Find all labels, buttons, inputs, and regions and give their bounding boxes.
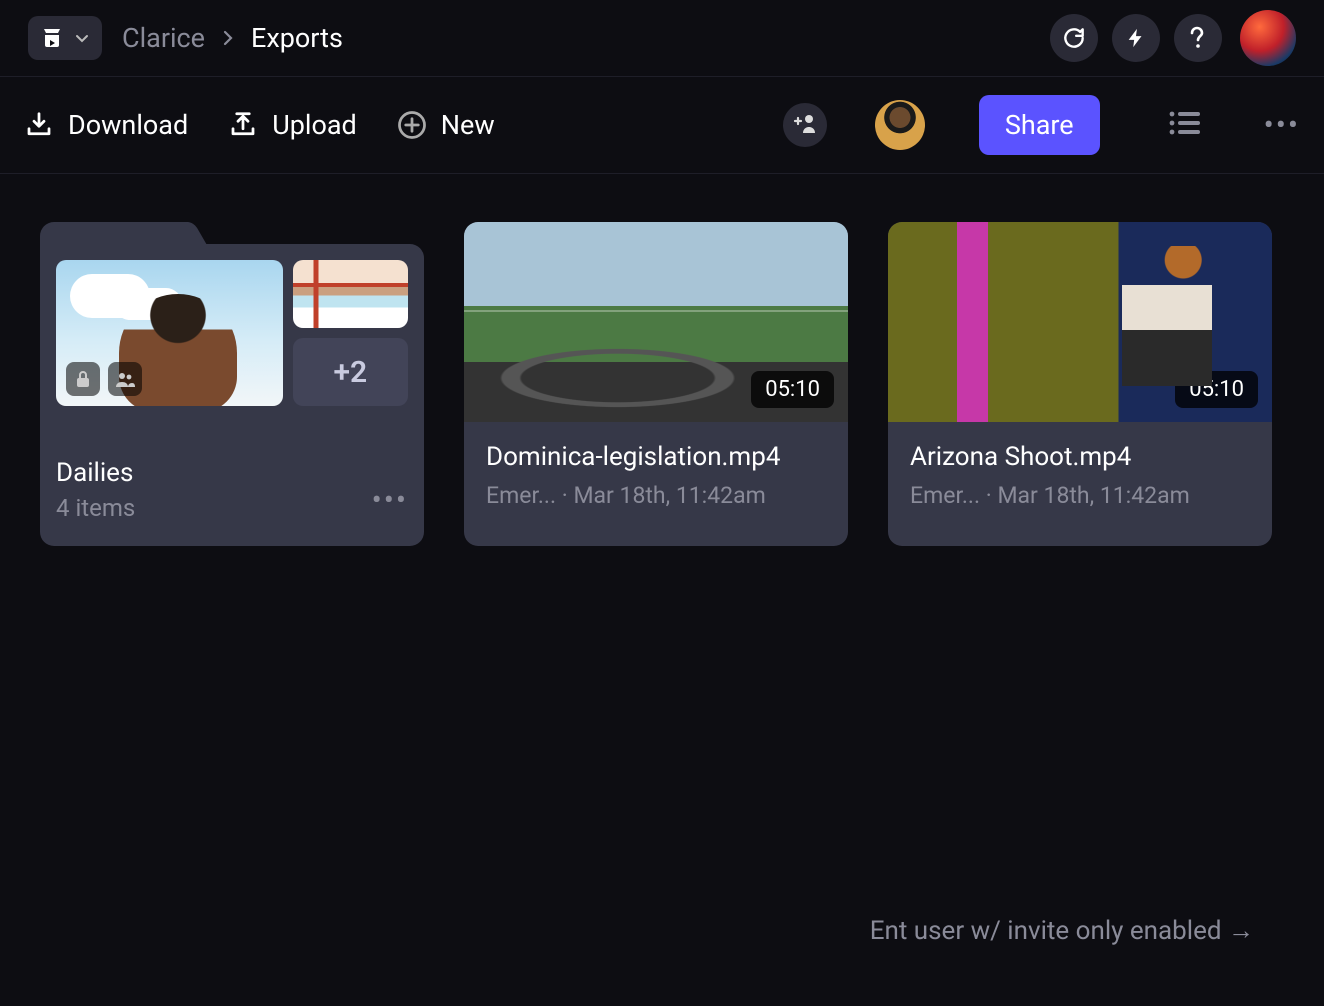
add-person-icon: [793, 113, 817, 138]
video-card-arizona[interactable]: 05:10 Arizona Shoot.mp4 Emer... · Mar 18…: [888, 222, 1272, 546]
content-grid: +2 Dailies 4 items ••• 05:10 Dominica-le…: [0, 174, 1324, 594]
new-label: New: [441, 109, 495, 141]
breadcrumb-current: Exports: [251, 22, 343, 54]
question-icon: [1190, 26, 1206, 50]
video-duration: 05:10: [1175, 371, 1258, 408]
video-subtitle: Emer... · Mar 18th, 11:42am: [486, 482, 826, 509]
breadcrumb-parent[interactable]: Clarice: [122, 22, 205, 54]
list-icon: [1168, 121, 1202, 140]
folder-overflow-count: +2: [293, 338, 408, 406]
list-view-toggle[interactable]: [1168, 110, 1202, 140]
video-title: Arizona Shoot.mp4: [910, 442, 1250, 472]
refresh-button[interactable]: [1050, 14, 1098, 62]
lightning-icon: [1125, 25, 1147, 51]
upload-label: Upload: [272, 109, 357, 141]
collaborator-avatar[interactable]: [875, 100, 925, 150]
share-button[interactable]: Share: [979, 95, 1100, 155]
folder-more-button[interactable]: •••: [372, 483, 408, 518]
video-thumbnail: 05:10: [888, 222, 1272, 422]
ellipsis-icon: •••: [372, 483, 408, 518]
people-icon: [108, 362, 142, 396]
folder-item-count: 4 items: [56, 494, 372, 522]
breadcrumb: Clarice Exports: [122, 22, 343, 54]
upload-button[interactable]: Upload: [228, 109, 357, 141]
upload-icon: [228, 110, 258, 140]
plus-circle-icon: [397, 110, 427, 140]
video-card-dominica[interactable]: 05:10 Dominica-legislation.mp4 Emer... ·…: [464, 222, 848, 546]
video-duration: 05:10: [751, 371, 834, 408]
chevron-down-icon: [74, 30, 90, 46]
workspace-switcher[interactable]: [28, 16, 102, 60]
folder-thumb-secondary: [293, 260, 408, 328]
more-options-button[interactable]: •••: [1264, 108, 1300, 143]
video-title: Dominica-legislation.mp4: [486, 442, 826, 472]
user-avatar[interactable]: [1240, 10, 1296, 66]
lock-icon: [66, 362, 100, 396]
workspace-icon: [40, 26, 64, 50]
add-collaborator-button[interactable]: [783, 103, 827, 147]
download-button[interactable]: Download: [24, 109, 188, 141]
download-label: Download: [68, 109, 188, 141]
toolbar: Download Upload New Share •••: [0, 77, 1324, 174]
footer-note: Ent user w/ invite only enabled →: [870, 915, 1254, 946]
help-button[interactable]: [1174, 14, 1222, 62]
folder-thumbnails: +2: [56, 260, 408, 406]
header-bar: Clarice Exports: [0, 0, 1324, 77]
ellipsis-icon: •••: [1264, 108, 1300, 143]
refresh-icon: [1061, 25, 1087, 51]
lightning-button[interactable]: [1112, 14, 1160, 62]
video-subtitle: Emer... · Mar 18th, 11:42am: [910, 482, 1250, 509]
folder-name: Dailies: [56, 458, 372, 488]
chevron-right-icon: [221, 22, 235, 54]
video-thumbnail: 05:10: [464, 222, 848, 422]
folder-thumb-primary: [56, 260, 283, 406]
new-button[interactable]: New: [397, 109, 495, 141]
download-icon: [24, 110, 54, 140]
folder-card-dailies[interactable]: +2 Dailies 4 items •••: [40, 222, 424, 546]
